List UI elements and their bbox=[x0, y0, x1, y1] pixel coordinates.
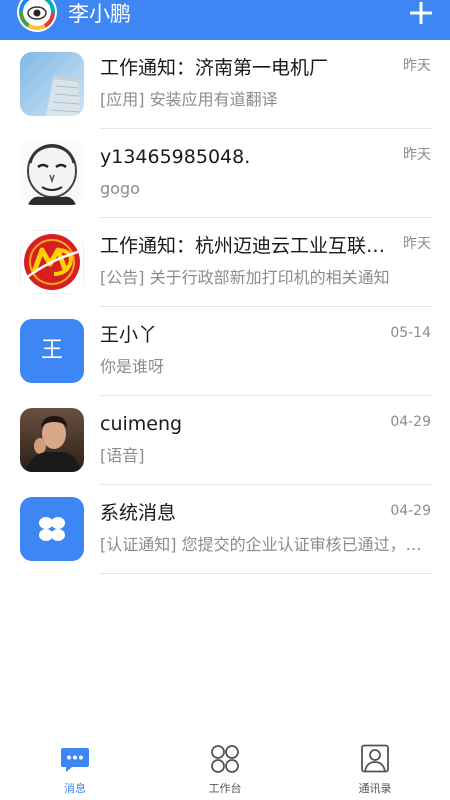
tab-contacts[interactable]: 通讯录 bbox=[300, 742, 450, 800]
tab-label: 通讯录 bbox=[358, 782, 392, 795]
contacts-icon bbox=[360, 744, 390, 774]
avatar-initial: 王 bbox=[40, 338, 63, 363]
workbench-grid-icon bbox=[210, 744, 240, 774]
conversation-time: 昨天 bbox=[403, 147, 431, 163]
conversation-preview: 你是谁呀 bbox=[100, 357, 165, 376]
divider bbox=[100, 573, 432, 574]
conversation-time: 昨天 bbox=[403, 58, 431, 74]
conversation-item[interactable]: y13465985048. 昨天 gogo bbox=[0, 129, 450, 218]
user-avatar[interactable] bbox=[17, 0, 57, 32]
four-petal-icon bbox=[39, 517, 65, 541]
conversation-name: 工作通知：济南第一电机厂 bbox=[100, 57, 329, 79]
conversation-preview: gogo bbox=[100, 179, 140, 198]
conversation-name: y13465985048. bbox=[100, 146, 251, 168]
app-header: 李小鹏 bbox=[0, 0, 450, 40]
tab-workbench[interactable]: 工作台 bbox=[150, 742, 300, 800]
meme-face-avatar bbox=[20, 141, 84, 205]
conversation-list: 工作通知：济南第一电机厂 昨天 [应用] 安装应用有道翻译 y134659850… bbox=[0, 40, 450, 574]
person-photo-avatar bbox=[20, 408, 84, 472]
conversation-time: 昨天 bbox=[403, 236, 431, 252]
plus-icon bbox=[410, 2, 432, 24]
conversation-preview: [应用] 安装应用有道翻译 bbox=[100, 90, 278, 109]
building-photo-avatar bbox=[20, 52, 84, 116]
tab-messages[interactable]: 消息 bbox=[0, 742, 150, 800]
rainbow-eye-logo-icon bbox=[19, 0, 55, 30]
add-button[interactable] bbox=[410, 2, 432, 24]
conversation-item[interactable]: 王 王小丫 05-14 你是谁呀 bbox=[0, 307, 450, 396]
tab-label: 工作台 bbox=[208, 782, 242, 795]
conversation-time: 04-29 bbox=[390, 414, 431, 430]
chat-bubble-icon bbox=[60, 744, 90, 774]
conversation-preview: [认证通知] 您提交的企业认证审核已通过，欢迎使用 bbox=[100, 535, 430, 554]
conversation-name: 系统消息 bbox=[100, 502, 177, 524]
conversation-item[interactable]: 工作通知：杭州迈迪云工业互联网有限公司 昨天 [公告] 关于行政部新加打印机的相… bbox=[0, 218, 450, 307]
conversation-name: 王小丫 bbox=[100, 324, 158, 346]
conversation-item[interactable]: 系统消息 04-29 [认证通知] 您提交的企业认证审核已通过，欢迎使用 bbox=[0, 485, 450, 574]
conversation-item[interactable]: 工作通知：济南第一电机厂 昨天 [应用] 安装应用有道翻译 bbox=[0, 40, 450, 129]
text-avatar: 王 bbox=[20, 319, 84, 383]
md-logo-avatar bbox=[20, 230, 84, 294]
page-title: 李小鹏 bbox=[68, 2, 131, 26]
bottom-tab-bar: 消息 工作台 通讯录 bbox=[0, 742, 450, 800]
conversation-name: cuimeng bbox=[100, 413, 183, 435]
tab-label: 消息 bbox=[64, 782, 86, 795]
conversation-item[interactable]: cuimeng 04-29 [语音] bbox=[0, 396, 450, 485]
conversation-name: 工作通知：杭州迈迪云工业互联网有限公司 bbox=[100, 235, 390, 257]
conversation-time: 05-14 bbox=[390, 325, 431, 341]
conversation-preview: [语音] bbox=[100, 446, 145, 465]
conversation-preview: [公告] 关于行政部新加打印机的相关通知 bbox=[100, 268, 390, 287]
conversation-time: 04-29 bbox=[390, 503, 431, 519]
system-message-avatar bbox=[20, 497, 84, 561]
